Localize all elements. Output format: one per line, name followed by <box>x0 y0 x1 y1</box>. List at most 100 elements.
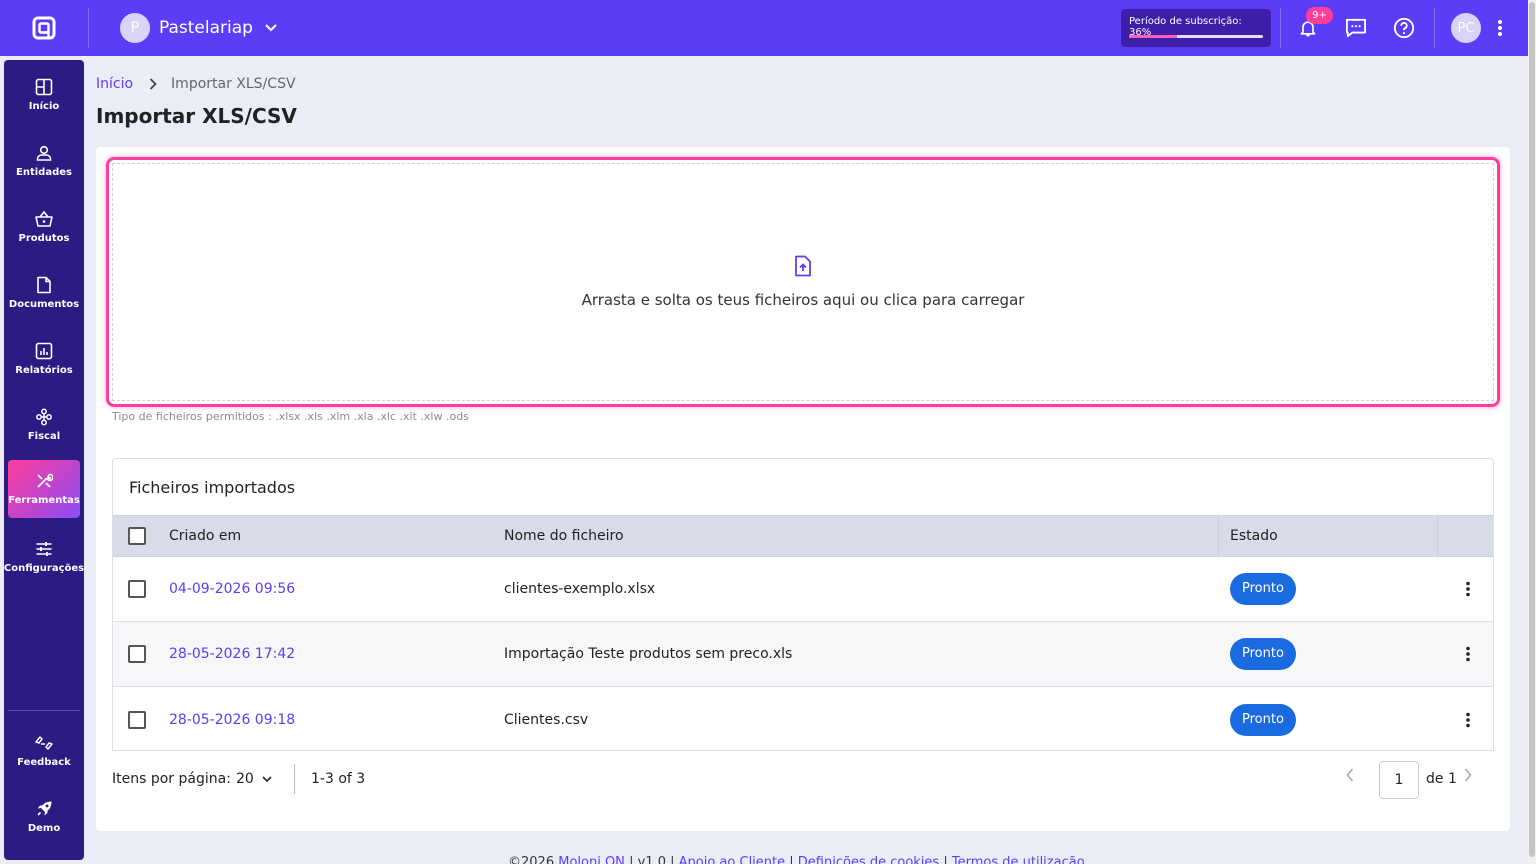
scrollbar-thumb[interactable] <box>1529 2 1535 857</box>
row-menu-button[interactable] <box>1456 577 1480 601</box>
chevron-right-icon <box>149 78 157 90</box>
moloni-logo[interactable] <box>0 0 88 56</box>
breadcrumb: Início Importar XLS/CSV <box>96 76 296 92</box>
topbar-divider <box>1434 8 1435 48</box>
feedback-icon <box>35 736 53 750</box>
vertical-dots-icon <box>1466 581 1470 597</box>
select-all-checkbox[interactable] <box>128 527 146 545</box>
help-button[interactable] <box>1388 12 1420 44</box>
sidebar-item-inicio[interactable]: Início <box>8 66 80 124</box>
hierarchy-icon <box>36 408 52 426</box>
table-row[interactable]: 28-05-2026 17:42 Importação Teste produt… <box>113 622 1493 687</box>
user-avatar[interactable]: PC <box>1451 13 1481 43</box>
topbar-divider <box>1280 8 1281 48</box>
page-scrollbar[interactable] <box>1528 0 1536 864</box>
sidebar-item-label: Configurações <box>3 563 85 574</box>
chat-icon <box>1345 18 1366 38</box>
breadcrumb-current: Importar XLS/CSV <box>171 76 296 92</box>
page-number-input[interactable]: 1 <box>1379 761 1419 799</box>
allowed-file-types: Tipo de ficheiros permitidos : .xlsx .xl… <box>112 410 469 423</box>
company-name: Pastelariap <box>159 18 253 38</box>
created-date-link[interactable]: 28-05-2026 09:18 <box>169 687 295 752</box>
items-per-page-select[interactable]: 20 <box>236 771 272 787</box>
sliders-icon <box>36 542 52 556</box>
status-cell: Pronto <box>1230 557 1296 621</box>
import-card: Arrasta e solta os teus ficheiros aqui o… <box>96 147 1510 831</box>
status-cell: Pronto <box>1230 687 1296 752</box>
sidebar-item-label: Relatórios <box>15 365 73 376</box>
footer-separator: | <box>943 855 948 864</box>
table-row[interactable]: 28-05-2026 09:18 Clientes.csv Pronto <box>113 687 1493 752</box>
breadcrumb-home-link[interactable]: Início <box>96 76 133 92</box>
created-date-link[interactable]: 04-09-2026 09:56 <box>169 557 295 621</box>
created-date-link[interactable]: 28-05-2026 17:42 <box>169 622 295 686</box>
sidebar-item-demo[interactable]: Demo <box>8 788 80 846</box>
items-per-page-value: 20 <box>236 771 254 787</box>
company-selector[interactable]: P Pastelariap <box>120 13 277 43</box>
pagination: Itens por página: 20 1-3 of 3 1 de 1 <box>112 761 1494 802</box>
file-name: Importação Teste produtos sem preco.xls <box>504 646 793 662</box>
column-header-filename[interactable]: Nome do ficheiro <box>504 516 624 556</box>
sidebar-item-entidades[interactable]: Entidades <box>8 132 80 190</box>
column-header-created[interactable]: Criado em <box>169 516 241 556</box>
column-divider <box>1437 516 1438 556</box>
chevron-down-icon <box>262 776 272 782</box>
row-checkbox-cell <box>128 622 146 686</box>
company-avatar: P <box>120 13 150 43</box>
sidebar-item-configuracoes[interactable]: Configurações <box>4 528 84 586</box>
chevron-left-icon <box>1346 768 1354 782</box>
sidebar-divider <box>8 710 80 711</box>
sidebar-item-label: Entidades <box>16 167 72 178</box>
chevron-right-icon <box>1464 768 1472 782</box>
sidebar-item-produtos[interactable]: Produtos <box>8 198 80 256</box>
status-badge: Pronto <box>1230 703 1296 736</box>
column-header-state[interactable]: Estado <box>1230 516 1278 556</box>
footer-separator: | <box>789 855 794 864</box>
file-upload-icon <box>795 255 811 277</box>
table-title: Ficheiros importados <box>129 478 296 497</box>
notifications-badge: 9+ <box>1306 7 1333 24</box>
tools-icon <box>37 473 53 488</box>
sidebar-item-label: Início <box>28 101 60 112</box>
file-drop-zone[interactable]: Arrasta e solta os teus ficheiros aqui o… <box>106 157 1500 407</box>
subscription-period[interactable]: Período de subscrição: 36% <box>1121 9 1271 47</box>
row-checkbox[interactable] <box>128 710 146 729</box>
rocket-icon <box>37 801 52 816</box>
sidebar-item-label: Feedback <box>17 757 71 768</box>
file-name: clientes-exemplo.xlsx <box>504 581 656 597</box>
file-name: Clientes.csv <box>504 711 589 728</box>
vertical-dots-icon <box>1466 712 1470 727</box>
person-icon <box>36 145 52 161</box>
row-menu-cell <box>1456 557 1480 621</box>
row-menu-button[interactable] <box>1456 708 1480 732</box>
footer-terms-link[interactable]: Termos de utilização <box>952 855 1085 864</box>
grid-icon <box>35 78 53 96</box>
footer-separator: | <box>629 855 634 864</box>
row-checkbox[interactable] <box>128 580 146 598</box>
imported-files-table: Ficheiros importados Criado em Nome do f… <box>112 458 1494 751</box>
sidebar-item-fiscal[interactable]: Fiscal <box>8 396 80 454</box>
footer-cookies-link[interactable]: Definições de cookies <box>798 855 939 864</box>
row-menu-button[interactable] <box>1456 642 1480 666</box>
sidebar-item-ferramentas[interactable]: Ferramentas <box>8 460 80 518</box>
status-badge: Pronto <box>1230 638 1296 670</box>
topbar-divider <box>88 8 89 48</box>
sidebar-item-feedback[interactable]: Feedback <box>8 722 80 780</box>
row-checkbox[interactable] <box>128 645 146 663</box>
more-options-button[interactable] <box>1484 12 1516 44</box>
help-icon <box>1393 17 1415 39</box>
sidebar-item-label: Documentos <box>8 299 80 310</box>
sidebar-item-documentos[interactable]: Documentos <box>8 264 80 322</box>
messages-button[interactable] <box>1340 12 1372 44</box>
sidebar-item-relatorios[interactable]: Relatórios <box>8 330 80 388</box>
footer-support-link[interactable]: Apoio ao Cliente <box>679 855 785 864</box>
page-title: Importar XLS/CSV <box>96 104 297 128</box>
drop-zone-inner: Arrasta e solta os teus ficheiros aqui o… <box>112 163 1494 401</box>
previous-page-button[interactable] <box>1346 768 1354 786</box>
next-page-button[interactable] <box>1464 768 1472 786</box>
table-row[interactable]: 04-09-2026 09:56 clientes-exemplo.xlsx P… <box>113 557 1493 622</box>
chevron-down-icon <box>265 24 277 32</box>
pagination-range: 1-3 of 3 <box>311 771 366 787</box>
footer-brand-link[interactable]: Moloni ON <box>558 855 625 864</box>
footer-separator: | <box>670 855 675 864</box>
